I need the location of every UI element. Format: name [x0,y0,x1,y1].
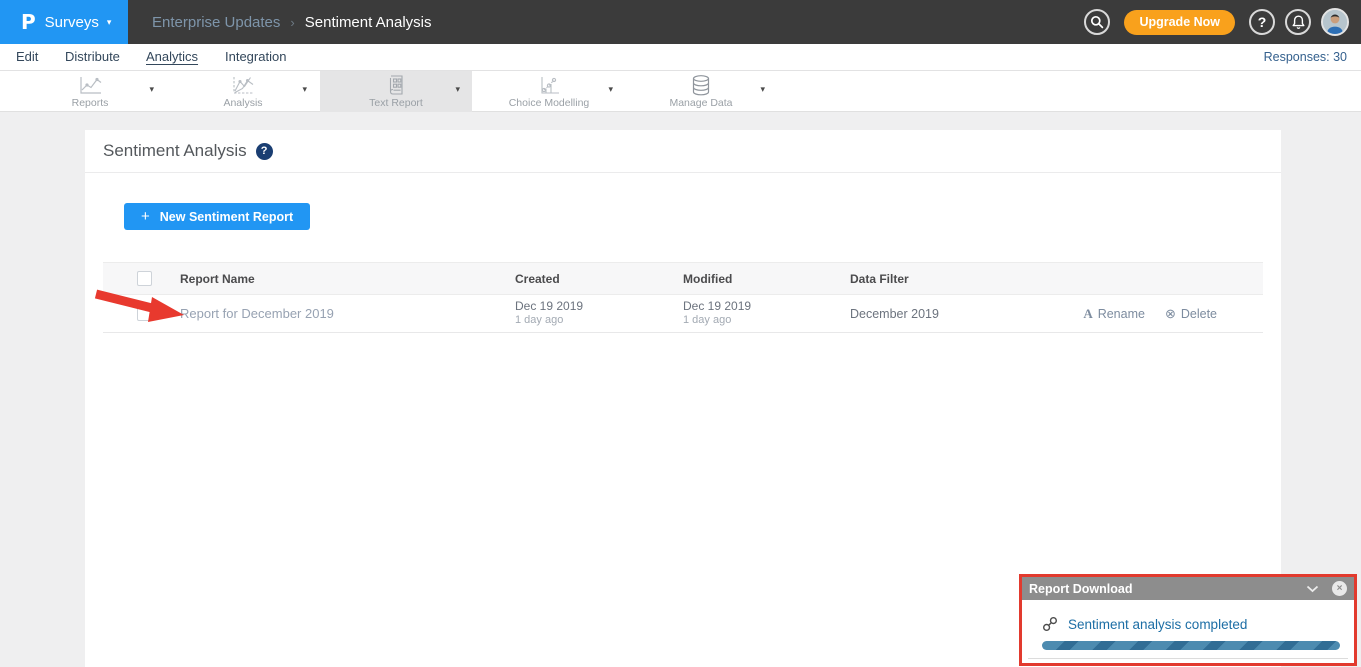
notifications-button[interactable] [1285,9,1311,35]
help-icon[interactable]: ? [256,143,273,160]
rename-label: Rename [1098,307,1145,321]
toolbar-item-label: Manage Data [625,97,777,109]
nav-item-distribute[interactable]: Distribute [65,44,120,70]
link-icon [1042,616,1058,632]
toolbar-item-label: Text Report [320,97,472,109]
created-date: Dec 19 2019 [515,300,683,313]
chevron-down-icon [1306,585,1319,593]
download-link-row[interactable]: Sentiment analysis completed [1042,616,1247,632]
rename-button[interactable]: A Rename [1083,306,1145,322]
toolbar-item-reports[interactable]: Reports ▾ [14,71,166,112]
download-link-label: Sentiment analysis completed [1068,617,1247,632]
breadcrumb-separator-icon: › [290,15,294,30]
nav-item-edit[interactable]: Edit [16,44,38,70]
analysis-chart-icon [167,74,319,97]
delete-label: Delete [1181,307,1217,321]
column-header-created: Created [515,272,683,286]
breadcrumb-parent[interactable]: Enterprise Updates [152,14,280,31]
toolbar-item-label: Choice Modelling [473,97,625,109]
row-checkbox[interactable] [137,306,152,321]
analytics-toolbar: Reports ▾ Analysis ▾ Text Report ▾ [0,71,1361,112]
toolbar-item-manage-data[interactable]: Manage Data ▾ [625,71,777,112]
delete-button[interactable]: ⊗ Delete [1165,306,1217,322]
brand-logo-icon: P [21,10,36,34]
toolbar-item-text-report[interactable]: Text Report ▾ [320,71,472,112]
toolbar-item-analysis[interactable]: Analysis ▾ [167,71,319,112]
chevron-down-icon[interactable]: ▾ [760,84,765,95]
toolbar-item-choice-modelling[interactable]: Choice Modelling ▾ [473,71,625,112]
column-header-data-filter: Data Filter [850,272,1050,286]
breadcrumb: Enterprise Updates › Sentiment Analysis [152,0,431,44]
data-filter-value: December 2019 [850,307,939,321]
close-icon: × [1337,583,1343,594]
search-icon [1089,14,1105,30]
report-download-panel: Report Download × Sentiment analysis com… [1019,574,1357,666]
report-name-link[interactable]: Report for December 2019 [180,306,334,321]
chevron-down-icon[interactable]: ▾ [455,84,460,95]
nav-item-integration[interactable]: Integration [225,44,286,70]
responses-count: Responses: 30 [1264,44,1347,70]
column-header-modified: Modified [683,272,850,286]
text-report-icon [320,74,472,97]
rename-icon: A [1083,306,1092,322]
column-header-report-name: Report Name [180,272,515,286]
table-header-row: Report Name Created Modified Data Filter [103,262,1263,295]
choice-modelling-icon [473,74,625,97]
new-sentiment-report-button[interactable]: + New Sentiment Report [124,203,310,230]
line-chart-icon [14,74,166,97]
help-button[interactable]: ? [1249,9,1275,35]
upgrade-now-button[interactable]: Upgrade Now [1124,10,1235,35]
chevron-down-icon[interactable]: ▾ [149,84,154,95]
report-download-header: Report Download × [1022,577,1354,600]
topbar-actions: Upgrade Now ? [1084,0,1349,44]
download-progress-bar [1042,641,1340,650]
nav-item-analytics[interactable]: Analytics [146,44,198,70]
question-mark-icon: ? [1258,14,1267,30]
select-all-checkbox[interactable] [137,271,152,286]
toolbar-item-label: Reports [14,97,166,109]
chevron-down-icon: ▾ [107,17,112,28]
row-actions: A Rename ⊗ Delete [1083,306,1217,322]
modified-date: Dec 19 2019 [683,300,850,313]
panel-divider [1028,658,1348,659]
survey-nav-bar: Edit Distribute Analytics Integration Re… [0,44,1361,71]
toolbar-item-label: Analysis [167,97,319,109]
delete-circle-icon: ⊗ [1165,306,1176,322]
database-icon [625,74,777,97]
product-name: Surveys [45,14,99,31]
avatar-image [1323,10,1347,34]
table-row: Report for December 2019 Dec 19 2019 1 d… [103,295,1263,333]
search-button[interactable] [1084,9,1110,35]
top-bar: P Surveys ▾ Enterprise Updates › Sentime… [0,0,1361,44]
close-panel-button[interactable]: × [1332,581,1347,596]
page-title: Sentiment Analysis [103,141,247,161]
surveys-app-switcher[interactable]: P Surveys ▾ [0,0,128,44]
bell-icon [1291,14,1306,30]
new-report-button-label: New Sentiment Report [160,210,293,224]
user-avatar[interactable] [1321,8,1349,36]
chevron-down-icon[interactable]: ▾ [608,84,613,95]
chevron-down-icon[interactable]: ▾ [302,84,307,95]
reports-table: Report Name Created Modified Data Filter… [103,262,1263,333]
page-title-row: Sentiment Analysis ? [85,130,1281,173]
collapse-panel-button[interactable] [1306,585,1319,593]
breadcrumb-current: Sentiment Analysis [305,14,432,31]
created-relative: 1 day ago [515,314,683,327]
report-download-title: Report Download [1029,582,1132,596]
modified-relative: 1 day ago [683,314,850,327]
plus-icon: + [141,208,150,225]
